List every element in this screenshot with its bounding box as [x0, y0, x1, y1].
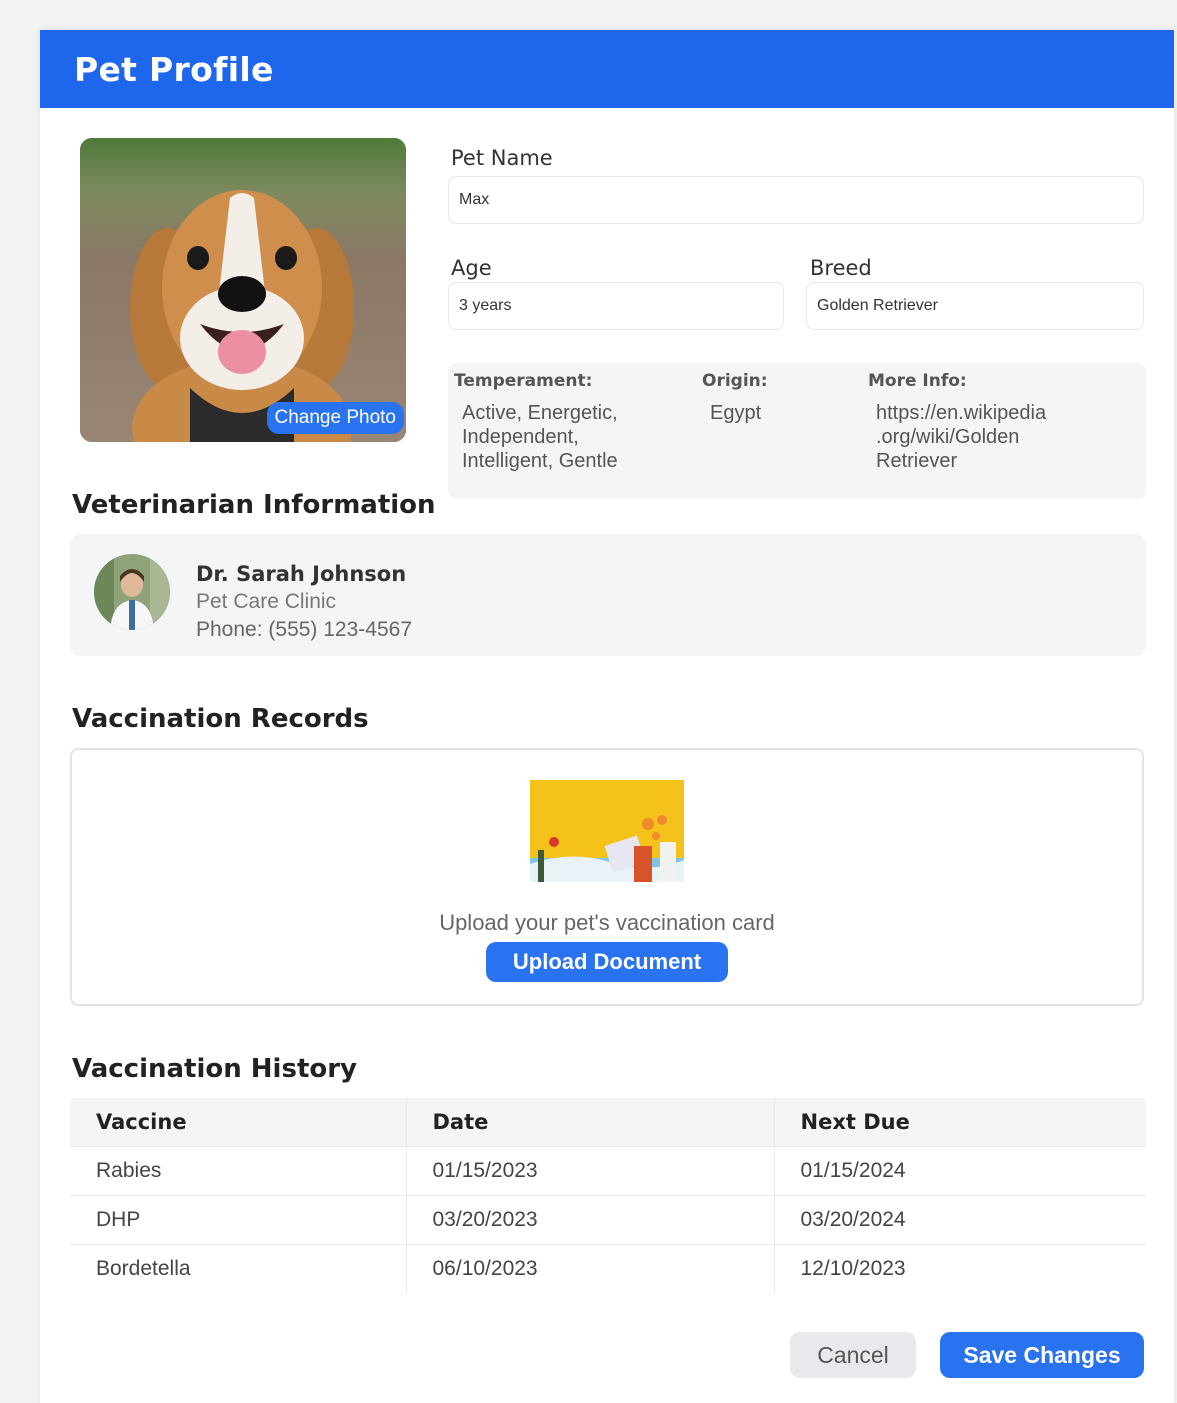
table-row: Bordetella 06/10/2023 12/10/2023	[70, 1243, 1146, 1293]
temperament-label: Temperament:	[454, 371, 593, 391]
more-info-link[interactable]: https://en.wikipedia .org/wiki/Golden Re…	[868, 401, 1046, 473]
more-info-column: More Info: https://en.wikipedia .org/wik…	[868, 371, 1046, 473]
vaccine-cell: Rabies	[70, 1145, 407, 1195]
table-row: DHP 03/20/2023 03/20/2024	[70, 1194, 1146, 1244]
vet-name: Dr. Sarah Johnson	[196, 562, 407, 586]
column-header-date: Date	[406, 1098, 775, 1146]
vaccination-history-table: Vaccine Date Next Due Rabies 01/15/2023 …	[70, 1098, 1146, 1293]
save-changes-button[interactable]: Save Changes	[940, 1332, 1144, 1378]
next-due-cell: 01/15/2024	[774, 1145, 1146, 1195]
column-header-next-due: Next Due	[774, 1098, 1146, 1146]
vet-avatar-illustration	[94, 554, 170, 630]
veterinarian-section-title: Veterinarian Information	[72, 490, 436, 520]
page-title: Pet Profile	[74, 49, 274, 89]
pet-name-input[interactable]	[448, 176, 1144, 224]
table-row: Rabies 01/15/2023 01/15/2024	[70, 1145, 1146, 1195]
vaccination-card-illustration	[530, 780, 684, 882]
vaccine-cell: DHP	[70, 1194, 407, 1244]
table-header-row: Vaccine Date Next Due	[70, 1098, 1146, 1146]
breed-input[interactable]	[806, 282, 1144, 330]
upload-document-button[interactable]: Upload Document	[486, 942, 728, 982]
next-due-cell: 03/20/2024	[774, 1194, 1146, 1244]
vet-clinic: Pet Care Clinic	[196, 590, 337, 613]
pet-photo: Change Photo	[80, 138, 406, 442]
column-header-vaccine: Vaccine	[70, 1098, 407, 1146]
date-cell: 06/10/2023	[406, 1243, 775, 1293]
upload-instruction: Upload your pet's vaccination card	[439, 910, 775, 935]
header-bar: Pet Profile	[40, 30, 1174, 108]
more-info-label: More Info:	[868, 371, 967, 391]
vet-avatar	[94, 554, 170, 630]
change-photo-button[interactable]: Change Photo	[266, 402, 404, 434]
age-input[interactable]	[448, 282, 784, 330]
upload-dropzone[interactable]: Upload your pet's vaccination card Uploa…	[70, 748, 1144, 1006]
vaccination-records-title: Vaccination Records	[72, 704, 369, 734]
date-cell: 01/15/2023	[406, 1145, 775, 1195]
breed-label: Breed	[810, 256, 872, 280]
origin-label: Origin:	[702, 371, 768, 391]
veterinarian-card: Dr. Sarah Johnson Pet Care Clinic Phone:…	[70, 534, 1146, 656]
breed-info-panel: Temperament: Active, Energetic, Independ…	[448, 363, 1146, 499]
vet-phone: Phone: (555) 123-4567	[196, 618, 412, 641]
date-cell: 03/20/2023	[406, 1194, 775, 1244]
vaccine-cell: Bordetella	[70, 1243, 407, 1293]
dog-photo-illustration	[80, 138, 406, 442]
origin-value: Egypt	[710, 402, 762, 424]
next-due-cell: 12/10/2023	[774, 1243, 1146, 1293]
vaccination-history-title: Vaccination History	[72, 1054, 358, 1084]
pet-profile-card: Pet Profile Change Photo Pet Name Max Ag…	[40, 30, 1174, 1403]
age-label: Age	[451, 256, 492, 280]
temperament-column: Temperament: Active, Energetic, Independ…	[454, 371, 618, 473]
temperament-value: Active, Energetic, Independent, Intellig…	[462, 402, 618, 472]
origin-column: Origin: Egypt	[702, 371, 768, 425]
pet-name-label: Pet Name	[451, 146, 553, 170]
cancel-button[interactable]: Cancel	[790, 1332, 916, 1378]
